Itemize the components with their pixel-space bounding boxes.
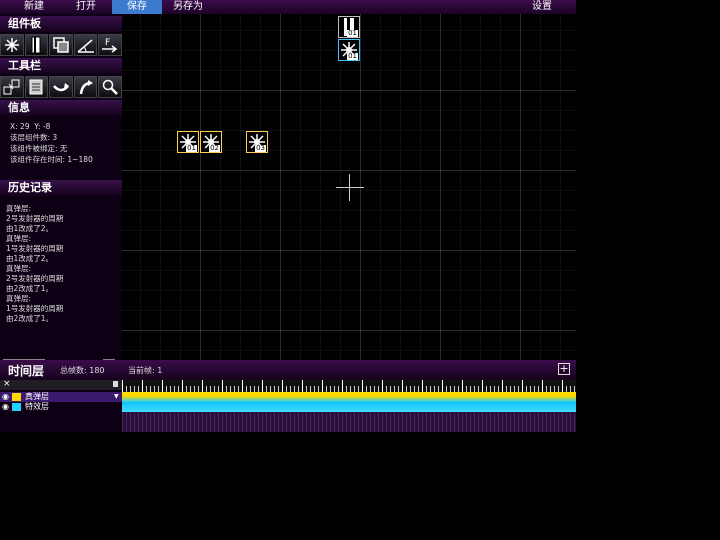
- crosshair: [336, 187, 364, 188]
- toolbar-header: 工具栏: [0, 58, 122, 74]
- component-id-label: 03: [255, 144, 266, 152]
- history-entry: 1号发射器的周期: [6, 244, 64, 253]
- menu-settings[interactable]: 设置: [522, 0, 562, 14]
- eye-icon[interactable]: ◉: [2, 392, 9, 402]
- current-frame: 当前帧: 1: [128, 366, 163, 375]
- info-component-count: 该层组件数: 3: [10, 133, 58, 142]
- timeline-header: 时间层 总帧数: 180 当前帧: 1 +: [0, 360, 576, 380]
- empty-tracks: [122, 412, 576, 432]
- layer-color-swatch: [12, 393, 21, 401]
- left-panel: 组件板 F 工具栏 信息 X: 29 Y: -8 该层组件数: 3 该组件被绑定…: [0, 14, 122, 372]
- bar-emitter-icon[interactable]: [24, 34, 49, 56]
- menu-save-as[interactable]: 另存为: [166, 0, 210, 14]
- undo-icon[interactable]: [49, 76, 73, 98]
- copy-layers-icon[interactable]: [49, 34, 73, 56]
- history-entry: 由2改成了1。: [6, 314, 54, 323]
- total-frames: 总帧数: 180: [60, 366, 105, 375]
- emitter-component[interactable]: 01: [338, 39, 360, 61]
- menu-new[interactable]: 新建: [14, 0, 54, 14]
- track-bar[interactable]: [122, 402, 576, 412]
- crosshair-vertical: [349, 174, 350, 201]
- angle-icon[interactable]: [73, 34, 98, 56]
- component-id-label: 01: [347, 52, 358, 60]
- info-header: 信息: [0, 100, 122, 116]
- layer-name: 真弹层: [25, 392, 49, 401]
- history-entry: 真弹层:: [6, 264, 32, 273]
- stage-canvas[interactable]: 01 01 01 02 03: [122, 14, 576, 360]
- history-entry: 1号发射器的周期: [6, 304, 64, 313]
- history-entry: 2号发射器的周期: [6, 274, 64, 283]
- history-title: 历史记录: [8, 181, 52, 194]
- component-id-label: 01: [186, 144, 197, 152]
- info-title: 信息: [8, 101, 30, 114]
- dropdown-icon[interactable]: ▼: [114, 392, 119, 402]
- emitter-component[interactable]: 02: [200, 131, 222, 153]
- menu-open[interactable]: 打开: [66, 0, 106, 14]
- history-entry: 由1改成了2。: [6, 254, 54, 263]
- info-coords: X: 29 Y: -8: [10, 122, 51, 131]
- history-entry: 真弹层:: [6, 294, 32, 303]
- layer-list: × ◉ 真弹层 ▼ ◉ 特效层: [0, 379, 122, 432]
- align-icon[interactable]: [0, 76, 24, 98]
- component-id-label: 01: [347, 29, 358, 37]
- menu-save[interactable]: 保存: [112, 0, 162, 14]
- svg-text:F: F: [105, 38, 110, 48]
- zoom-icon[interactable]: [98, 76, 122, 98]
- component-palette: F: [0, 34, 122, 56]
- history-header: 历史记录: [0, 180, 122, 196]
- scroll-handle[interactable]: [113, 381, 118, 387]
- timeline-tracks[interactable]: [122, 380, 576, 432]
- eye-icon[interactable]: ◉: [2, 402, 9, 412]
- history-entry: 由1改成了2。: [6, 224, 54, 233]
- component-id-label: 02: [209, 144, 220, 152]
- components-title: 组件板: [8, 17, 41, 30]
- frame-ruler-major: [122, 380, 576, 392]
- menu-bar: 新建 打开 保存 另存为 设置: [0, 0, 576, 14]
- timeline-title: 时间层: [8, 364, 45, 378]
- layer-row[interactable]: ◉ 特效层: [0, 402, 122, 412]
- history-entry: 真弹层:: [6, 234, 32, 243]
- history-entry: 真弹层:: [6, 204, 32, 213]
- redo-icon[interactable]: [73, 76, 98, 98]
- app-window: 新建 打开 保存 另存为 设置 组件板 F 工具栏 信息 X: 29 Y: -8…: [0, 0, 576, 432]
- layer-row[interactable]: ◉ 真弹层 ▼: [0, 392, 122, 402]
- history-entry: 由2改成了1。: [6, 284, 54, 293]
- components-header: 组件板: [0, 16, 122, 32]
- layer-list-header: ×: [0, 379, 122, 390]
- layer-name: 特效层: [25, 402, 49, 411]
- layer-color-swatch: [12, 403, 21, 411]
- starburst-icon[interactable]: [0, 34, 24, 56]
- paste-icon[interactable]: [24, 76, 49, 98]
- info-lifetime: 该组件存在时间: 1~180: [10, 155, 93, 164]
- toolbar-row: [0, 76, 122, 98]
- emitter-component[interactable]: 01: [177, 131, 199, 153]
- function-icon[interactable]: F: [98, 34, 122, 56]
- add-layer-button[interactable]: +: [558, 363, 570, 375]
- bar-emitter-component[interactable]: 01: [338, 16, 360, 38]
- history-entry: 2号发射器的周期: [6, 214, 64, 223]
- track-bar[interactable]: [122, 392, 576, 402]
- toolbar-title: 工具栏: [8, 59, 41, 72]
- emitter-component[interactable]: 03: [246, 131, 268, 153]
- close-icon[interactable]: ×: [3, 379, 11, 389]
- info-binding: 该组件被绑定: 无: [10, 144, 68, 153]
